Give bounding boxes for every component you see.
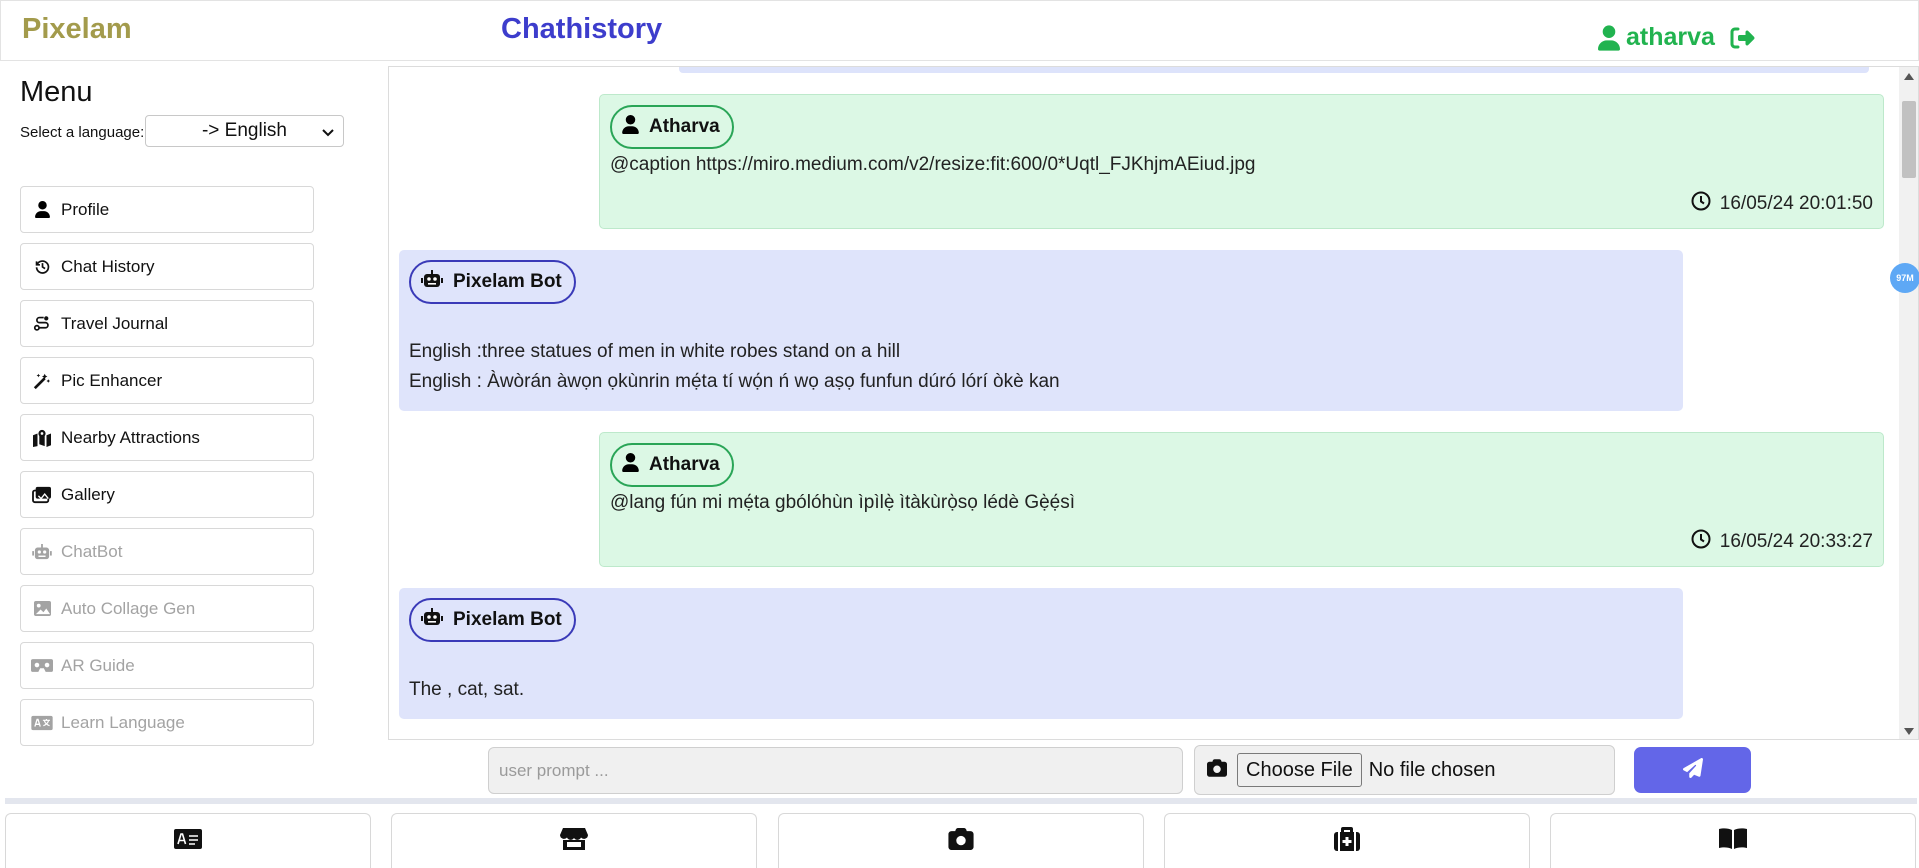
chat-message-bot: Pixelam Bot English :three statues of me… — [399, 250, 1683, 411]
user-icon — [31, 199, 53, 221]
message-text: @caption https://miro.medium.com/v2/resi… — [610, 154, 1256, 175]
images-icon — [31, 484, 53, 506]
extension-badge[interactable]: 97M — [1890, 263, 1919, 293]
sidebar-item-auto-collage-gen[interactable]: Auto Collage Gen — [20, 585, 314, 632]
sender-name: Pixelam Bot — [453, 609, 562, 630]
medical-kit-icon — [1333, 826, 1361, 857]
menu-title: Menu — [20, 76, 93, 108]
top-header: Pixelam Chathistory atharva — [0, 0, 1919, 61]
sidebar-item-pic-enhancer[interactable]: Pic Enhancer — [20, 357, 314, 404]
message-timestamp: 16/05/24 20:33:27 — [1691, 529, 1873, 555]
book-icon — [1718, 827, 1748, 856]
sidebar-item-profile[interactable]: Profile — [20, 186, 314, 233]
clock-icon — [1691, 191, 1720, 217]
bottom-divider — [5, 798, 1917, 804]
route-icon — [31, 313, 53, 335]
message-text: @lang fún mi mẹ́ta gbólóhùn ìpìlẹ̀ ìtàkù… — [610, 492, 1076, 513]
sidebar-item-label: Gallery — [61, 484, 115, 504]
sidebar-item-label: Travel Journal — [61, 313, 169, 333]
chat-message-user: Atharva @caption https://miro.medium.com… — [599, 94, 1884, 229]
language-select[interactable]: -> English — [145, 115, 344, 147]
nav-tab-shop[interactable] — [391, 813, 757, 868]
sidebar-item-chat-history[interactable]: Chat History — [20, 243, 314, 290]
timestamp-text: 16/05/24 20:01:50 — [1719, 193, 1873, 214]
user-icon — [622, 114, 649, 140]
sidebar-item-learn-language[interactable]: Learn Language — [20, 699, 314, 746]
choose-file-button[interactable]: Choose File — [1237, 753, 1362, 787]
sender-badge: Atharva — [610, 105, 734, 149]
send-button[interactable] — [1634, 747, 1751, 793]
camera-icon — [1207, 758, 1227, 782]
magic-wand-icon — [31, 370, 53, 392]
nav-tab-camera[interactable] — [778, 813, 1144, 868]
chevron-down-icon — [321, 123, 335, 145]
id-card-icon — [173, 828, 203, 855]
sidebar-item-label: Learn Language — [61, 712, 185, 732]
scroll-down-arrow-icon[interactable] — [1904, 728, 1914, 735]
message-timestamp: 16/05/24 20:01:50 — [1691, 191, 1873, 217]
username-link[interactable]: atharva — [1626, 23, 1715, 52]
language-label: Select a language: — [20, 124, 145, 141]
sender-badge: Pixelam Bot — [409, 260, 576, 304]
scroll-up-arrow-icon[interactable] — [1904, 73, 1914, 80]
vr-cardboard-icon — [31, 655, 53, 677]
sidebar-item-gallery[interactable]: Gallery — [20, 471, 314, 518]
sender-badge: Atharva — [610, 443, 734, 487]
image-icon — [31, 598, 53, 620]
sidebar-item-label: ChatBot — [61, 541, 123, 561]
sidebar-item-chatbot[interactable]: ChatBot — [20, 528, 314, 575]
sidebar-item-label: Pic Enhancer — [61, 370, 163, 390]
paper-plane-icon — [1682, 757, 1703, 783]
sender-name: Pixelam Bot — [453, 271, 562, 292]
user-icon — [622, 452, 649, 478]
bottom-nav — [0, 813, 1919, 868]
brand-logo[interactable]: Pixelam — [22, 13, 132, 46]
sidebar-item-ar-guide[interactable]: AR Guide — [20, 642, 314, 689]
message-text: English : Àwòrán àwọn ọkùnrin mẹ́ta tí w… — [409, 371, 1060, 392]
nav-tab-id-card[interactable] — [5, 813, 371, 868]
timestamp-text: 16/05/24 20:33:27 — [1719, 531, 1873, 552]
clock-icon — [1691, 529, 1720, 555]
robot-icon — [421, 270, 453, 294]
menu-list: Profile Chat History Travel Journal Pic … — [20, 186, 314, 756]
language-selected-value: -> English — [201, 120, 288, 141]
chat-message-bot: Pixelam Bot The , cat, sat. — [399, 588, 1683, 719]
camera-icon — [948, 827, 974, 855]
robot-icon — [421, 608, 453, 632]
nav-tab-book[interactable] — [1550, 813, 1916, 868]
chat-history-panel[interactable]: Atharva @caption https://miro.medium.com… — [388, 66, 1919, 740]
sidebar-item-travel-journal[interactable]: Travel Journal — [20, 300, 314, 347]
sidebar-item-nearby-attractions[interactable]: Nearby Attractions — [20, 414, 314, 461]
language-icon — [31, 712, 53, 734]
sidebar-item-label: Nearby Attractions — [61, 427, 200, 447]
logout-icon[interactable] — [1729, 26, 1756, 50]
chat-scrollbar[interactable] — [1899, 67, 1918, 739]
robot-icon — [31, 541, 53, 563]
message-text: English :three statues of men in white r… — [409, 341, 901, 362]
chat-message-user: Atharva @lang fún mi mẹ́ta gbólóhùn ìpìl… — [599, 432, 1884, 567]
file-upload: Choose File No file chosen — [1194, 745, 1615, 795]
message-text: The , cat, sat. — [409, 679, 525, 700]
sidebar-item-label: Profile — [61, 199, 110, 219]
user-icon — [1598, 24, 1620, 51]
sender-name: Atharva — [649, 116, 720, 137]
sidebar-item-label: Chat History — [61, 256, 155, 276]
sidebar-item-label: AR Guide — [61, 655, 135, 675]
shop-icon — [560, 827, 588, 856]
previous-message-edge — [679, 67, 1869, 73]
sender-name: Atharva — [649, 454, 720, 475]
nav-tab-medical-kit[interactable] — [1164, 813, 1530, 868]
map-location-icon — [31, 427, 53, 449]
user-box: atharva — [1598, 23, 1756, 52]
history-icon — [31, 256, 53, 278]
sidebar-item-label: Auto Collage Gen — [61, 598, 196, 618]
prompt-input[interactable] — [488, 747, 1183, 794]
sidebar: Menu Select a language: -> English Profi… — [0, 62, 370, 746]
file-status: No file chosen — [1368, 758, 1496, 781]
page-title: Chathistory — [501, 13, 663, 45]
scroll-thumb[interactable] — [1902, 101, 1916, 178]
sender-badge: Pixelam Bot — [409, 598, 576, 642]
